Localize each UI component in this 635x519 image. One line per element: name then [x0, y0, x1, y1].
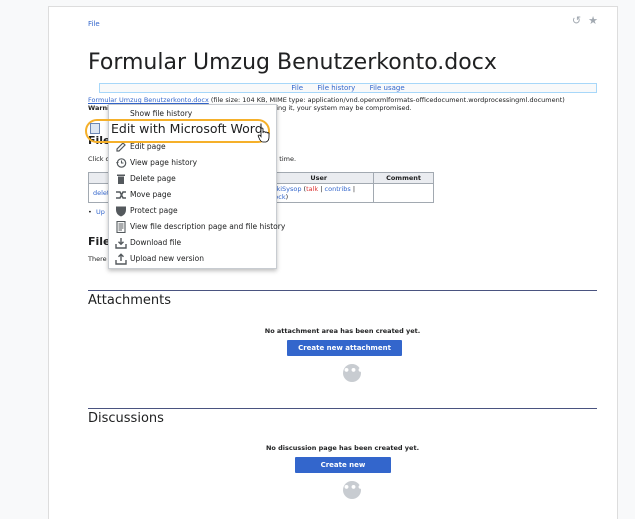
tab-file-usage[interactable]: File usage [370, 84, 405, 92]
file-link[interactable]: Formular Umzug Benutzerkonto.docx [88, 96, 209, 104]
word-document-icon [90, 123, 100, 134]
col-user: User [263, 172, 375, 184]
tab-file[interactable]: File [291, 84, 303, 92]
usage-link[interactable]: Up [96, 208, 105, 216]
create-attachment-area-button[interactable]: Create new attachment area [287, 340, 402, 368]
document-icon [116, 221, 126, 233]
page-actions: ↺ ★ [565, 14, 598, 27]
talk-link[interactable]: talk [306, 185, 318, 193]
create-discussion-button[interactable]: Create new discussion [295, 457, 391, 485]
upload-icon [115, 253, 127, 265]
usage-bullet: • Up [88, 208, 105, 216]
discussions-more-button[interactable]: ••• [343, 481, 364, 499]
menu-edit-with-microsoft-word[interactable]: Edit with Microsoft Word [111, 121, 263, 136]
file-tabs: File File history File usage [99, 83, 597, 93]
download-icon [115, 238, 127, 249]
menu-delete-page[interactable]: Delete page [109, 171, 278, 187]
discussions-rule [88, 408, 597, 409]
file-meta-info: (file size: 104 KB, MIME type: applicati… [210, 96, 565, 104]
warning-line: Warni [88, 104, 109, 112]
menu-upload-new-version[interactable]: Upload new version [109, 251, 278, 267]
menu-view-page-history[interactable]: View page history [109, 155, 278, 171]
history-icon[interactable]: ↺ [572, 14, 581, 27]
file-meta: Formular Umzug Benutzerkonto.docx (file … [88, 96, 565, 104]
hand-cursor-icon [257, 127, 270, 143]
menu-move-page[interactable]: Move page [109, 187, 278, 203]
history-icon [116, 158, 127, 168]
page-title: Formular Umzug Benutzerkonto.docx [88, 50, 497, 75]
usage-text: There [88, 255, 107, 263]
discussions-message: No discussion page has been created yet. [265, 444, 420, 452]
col-comment: Comment [373, 172, 434, 184]
star-icon[interactable]: ★ [588, 14, 598, 27]
warning-tail: ecuting it, your system may be compromis… [262, 104, 412, 112]
click-instruction: Click o [88, 155, 110, 163]
attachments-message: No attachment area has been created yet. [264, 327, 421, 335]
menu-download-file[interactable]: Download file [109, 235, 278, 251]
comment-cell [373, 183, 434, 203]
move-icon [116, 191, 126, 199]
menu-view-file-description[interactable]: View file description page and file hist… [109, 219, 285, 235]
namespace-label[interactable]: File [88, 20, 100, 28]
attachments-more-button[interactable]: ••• [343, 364, 364, 382]
trash-icon [117, 174, 125, 184]
menu-protect-page[interactable]: Protect page [109, 203, 278, 219]
attachments-rule [88, 290, 597, 291]
contribs-link[interactable]: contribs [325, 185, 351, 193]
shield-icon [116, 206, 126, 217]
discussions-heading: Discussions [88, 411, 164, 426]
warning-label: Warni [88, 104, 110, 112]
attachments-heading: Attachments [88, 293, 171, 308]
tab-file-history[interactable]: File history [317, 84, 355, 92]
